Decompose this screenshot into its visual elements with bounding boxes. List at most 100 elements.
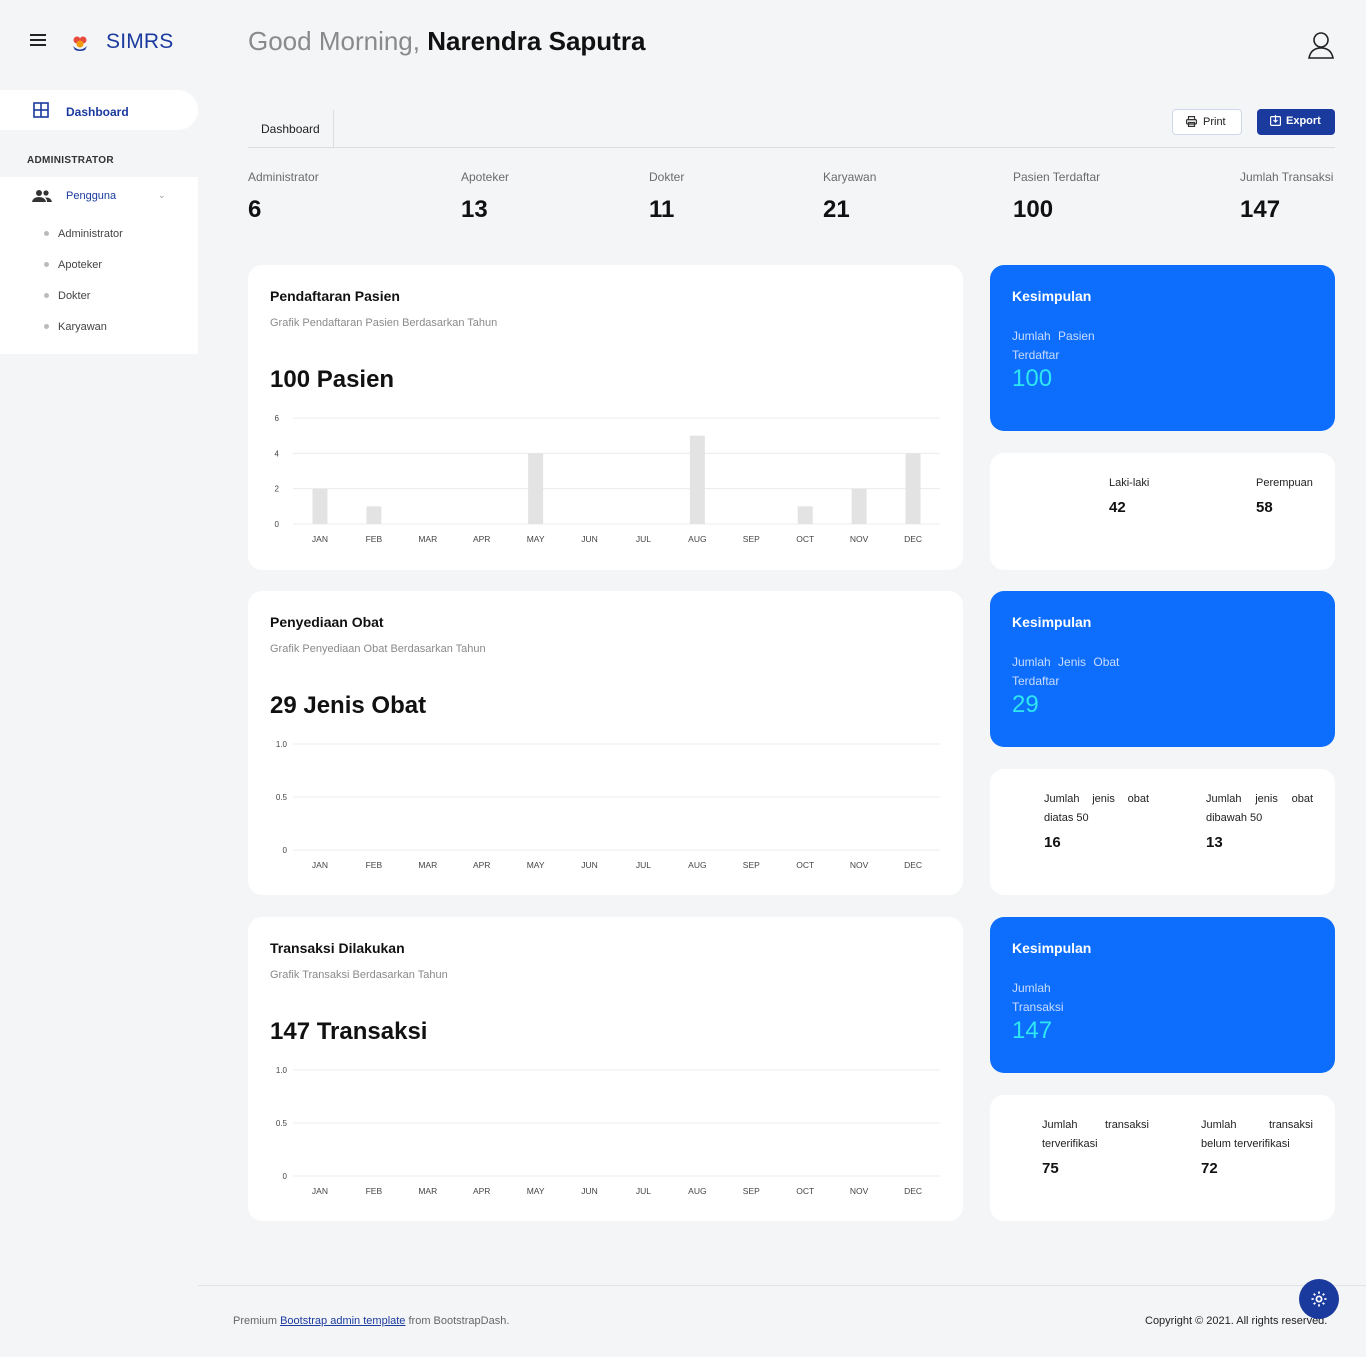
x-tick-label: NOV [850,1186,869,1196]
user-icon[interactable] [1307,30,1335,60]
sidebar-subitem-dokter[interactable]: Dokter [44,290,90,302]
detail-value: 42 [1109,499,1126,516]
patients-chart-card: Pendaftaran Pasien Grafik Pendaftaran Pa… [248,265,963,570]
detail-obat-dibawah-50: Jumlah jenis obat dibawah 50 13 [1206,790,1313,851]
x-tick-label: MAR [418,534,437,544]
summary-title: Kesimpulan [1012,940,1092,956]
x-tick-label: APR [473,860,490,870]
y-tick-label: 1.0 [276,740,288,749]
x-tick-label: NOV [850,860,869,870]
export-label: Export [1286,115,1321,127]
sidebar-item-pengguna[interactable]: Pengguna ⌄ [0,177,198,215]
drugs-detail-card: Jumlah jenis obat diatas 50 16 Jumlah jen… [990,769,1335,895]
footer-prefix: Premium [233,1315,278,1327]
y-tick-label: 0 [275,520,280,529]
drugs-bar-chart: 0 0.5 1.0 JAN FEB MAR APR MAY JUN JUL AUG SEP OCT NOV… [276,740,940,870]
stat-value: 147 [1240,196,1281,223]
printer-icon [1186,116,1197,127]
y-tick-label: 1.0 [276,1066,288,1075]
tab-dashboard[interactable]: Dashboard [248,110,334,148]
export-button[interactable]: Export [1257,109,1335,135]
sidebar-subitem-administrator[interactable]: Administrator [44,228,123,240]
bar [528,453,544,524]
detail-label: Jumlah jenis obat diatas 50 [1044,793,1149,824]
x-tick-label: JUN [581,534,598,544]
x-tick-label: JUL [636,860,651,870]
detail-label: Jumlah transaksi terverifikasi [1042,1119,1149,1150]
x-tick-label: MAR [418,860,437,870]
bullet-icon [44,292,49,298]
stat-value: 6 [248,196,262,223]
detail-transaksi-belum-terverifikasi: Jumlah transaksi belum terverifikasi 72 [1201,1116,1313,1177]
bar [797,506,813,524]
sidebar-subitem-label: Dokter [58,290,91,302]
stat-label: Dokter [649,170,685,184]
footer-divider [198,1285,1366,1286]
x-tick-label: MAR [418,1186,437,1196]
sidebar-item-dashboard[interactable]: Dashboard [0,90,198,130]
detail-transaksi-terverifikasi: Jumlah transaksi terverifikasi 75 [1042,1116,1149,1177]
stat-label: Karyawan [823,170,877,184]
sidebar-subitem-karyawan[interactable]: Karyawan [44,321,107,333]
y-tick-label: 2 [275,485,280,494]
x-tick-label: SEP [743,1186,760,1196]
settings-button[interactable] [1299,1279,1339,1319]
detail-value: 58 [1256,499,1273,516]
bullet-icon [44,261,49,267]
sidebar-subitem-label: Administrator [58,228,123,240]
summary-value: 147 [1012,1017,1053,1044]
footer-copyright: Copyright © 2021. All rights reserved. [1145,1315,1328,1327]
sidebar-item-label: Dashboard [66,105,129,119]
menu-icon[interactable] [30,34,46,48]
brand-name[interactable]: SIMRS [106,30,174,54]
detail-value: 16 [1044,834,1061,851]
detail-value: 75 [1042,1160,1059,1177]
y-tick-label: 4 [275,449,280,458]
footer-link[interactable]: Bootstrap admin template [280,1315,405,1327]
x-tick-label: OCT [796,1186,814,1196]
sidebar-subitem-apoteker[interactable]: Apoteker [44,259,102,271]
stat-administrator: Administrator 6 [248,170,319,224]
x-tick-label: NOV [850,534,869,544]
x-tick-label: MAY [527,1186,545,1196]
x-tick-label: JUL [636,534,651,544]
sidebar-menu-pengguna: Pengguna ⌄ Administrator Apoteker Dokter… [0,177,198,354]
summary-label: Jumlah Pasien Terdaftar [1012,329,1095,362]
bar [851,488,867,524]
x-tick-label: DEC [904,860,922,870]
patients-summary-card: Kesimpulan Jumlah Pasien Terdaftar 100 [990,265,1335,431]
stat-jumlah-transaksi: Jumlah Transaksi 147 [1240,170,1333,224]
detail-label: Jumlah jenis obat dibawah 50 [1206,793,1313,824]
detail-perempuan: Perempuan 58 [1256,474,1313,516]
bullet-icon [44,230,49,236]
x-tick-label: AUG [688,860,706,870]
x-tick-label: FEB [366,1186,383,1196]
summary-label: Jumlah Jenis Obat Terdaftar [1012,655,1120,688]
stat-value: 100 [1013,196,1054,223]
greeting-prefix: Good Morning, [248,26,420,56]
chevron-down-icon: ⌄ [158,190,166,200]
bar [689,435,705,524]
y-tick-label: 0 [283,1172,288,1181]
x-tick-label: FEB [366,534,383,544]
y-tick-label: 6 [275,414,280,423]
x-tick-label: AUG [688,1186,706,1196]
x-tick-label: MAY [527,534,545,544]
x-tick-label: DEC [904,1186,922,1196]
stat-value: 13 [461,196,488,223]
bullet-icon [44,323,49,329]
y-tick-label: 0.5 [276,793,288,802]
x-tick-label: AUG [688,534,706,544]
user-name: Narendra Saputra [427,26,646,56]
footer-suffix: from BootstrapDash. [408,1315,510,1327]
stat-karyawan: Karyawan 21 [823,170,876,224]
drugs-summary-card: Kesimpulan Jumlah Jenis Obat Terdaftar 2… [990,591,1335,747]
detail-value: 13 [1206,834,1223,851]
x-tick-label: JAN [312,1186,328,1196]
detail-label: Perempuan [1256,477,1313,489]
print-button[interactable]: Print [1172,109,1242,135]
gear-icon [1311,1291,1327,1307]
summary-value: 100 [1012,365,1053,392]
x-tick-label: JAN [312,860,328,870]
patients-bar-chart: 0 2 4 6 JAN FEB MAR APR MAY JUN JUL AUG SEP OCT NOV DEC [275,414,940,544]
